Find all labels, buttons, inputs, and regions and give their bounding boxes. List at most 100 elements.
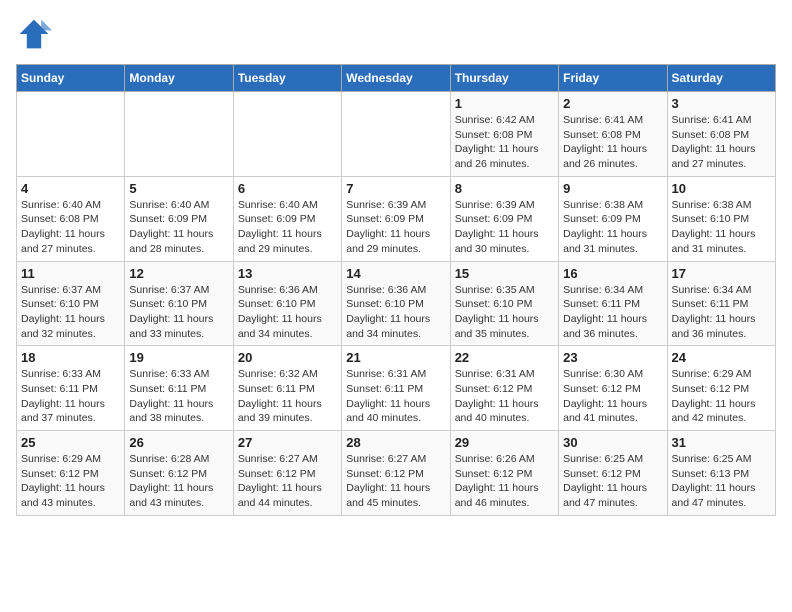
calendar-cell: 11Sunrise: 6:37 AMSunset: 6:10 PMDayligh…: [17, 261, 125, 346]
day-number: 1: [455, 96, 554, 111]
day-number: 12: [129, 266, 228, 281]
calendar-table: SundayMondayTuesdayWednesdayThursdayFrid…: [16, 64, 776, 516]
calendar-week-row: 4 Sunrise: 6:40 AMSunset: 6:08 PMDaylight…: [17, 176, 776, 261]
logo-icon: [16, 16, 52, 52]
calendar-day-header: Wednesday: [342, 65, 450, 92]
day-info: Sunrise: 6:25 AMSunset: 6:13 PMDaylight:…: [672, 452, 771, 511]
day-info: Sunrise: 6:33 AMSunset: 6:11 PMDaylight:…: [129, 367, 228, 426]
calendar-cell: 9 Sunrise: 6:38 AMSunset: 6:09 PMDaylight…: [559, 176, 667, 261]
calendar-cell: 5 Sunrise: 6:40 AMSunset: 6:09 PMDaylight…: [125, 176, 233, 261]
day-number: 15: [455, 266, 554, 281]
day-info: Sunrise: 6:42 AMSunset: 6:08 PMDaylight:…: [455, 113, 554, 172]
calendar-week-row: 11 Sunrise: 6:37 AMSunset: 6:10 PMDayligh…: [17, 261, 776, 346]
calendar-cell: 23 Sunrise: 6:30 AMSunset: 6:12 PMDayligh…: [559, 346, 667, 431]
day-info: Sunrise: 6:32 AMSunset: 6:11 PMDaylight:…: [238, 367, 337, 426]
day-info: Sunrise: 6:36 AMSunset: 6:10 PMDaylight:…: [346, 283, 445, 342]
day-number: 3: [672, 96, 771, 111]
day-number: 14: [346, 266, 445, 281]
calendar-cell: 29Sunrise: 6:26 AMSunset: 6:12 PMDayligh…: [450, 431, 558, 516]
calendar-cell: 1 Sunrise: 6:42 AMSunset: 6:08 PMDaylight…: [450, 92, 558, 177]
calendar-cell: 6Sunrise: 6:40 AMSunset: 6:09 PMDaylight…: [233, 176, 341, 261]
day-info: Sunrise: 6:40 AMSunset: 6:08 PMDaylight:…: [21, 198, 120, 257]
day-info: Sunrise: 6:37 AMSunset: 6:10 PMDaylight:…: [129, 283, 228, 342]
day-info: Sunrise: 6:28 AMSunset: 6:12 PMDaylight:…: [129, 452, 228, 511]
day-number: 23: [563, 350, 662, 365]
day-number: 27: [238, 435, 337, 450]
calendar-week-row: 1 Sunrise: 6:42 AMSunset: 6:08 PMDaylight…: [17, 92, 776, 177]
calendar-cell: 19Sunrise: 6:33 AMSunset: 6:11 PMDayligh…: [125, 346, 233, 431]
day-info: Sunrise: 6:30 AMSunset: 6:12 PMDaylight:…: [563, 367, 662, 426]
calendar-cell: 13 Sunrise: 6:36 AMSunset: 6:10 PMDayligh…: [233, 261, 341, 346]
day-info: Sunrise: 6:29 AMSunset: 6:12 PMDaylight:…: [21, 452, 120, 511]
calendar-header-row: SundayMondayTuesdayWednesdayThursdayFrid…: [17, 65, 776, 92]
calendar-cell: 7 Sunrise: 6:39 AMSunset: 6:09 PMDaylight…: [342, 176, 450, 261]
calendar-cell: 12 Sunrise: 6:37 AMSunset: 6:10 PMDayligh…: [125, 261, 233, 346]
day-info: Sunrise: 6:35 AMSunset: 6:10 PMDaylight:…: [455, 283, 554, 342]
calendar-cell: 17Sunrise: 6:34 AMSunset: 6:11 PMDayligh…: [667, 261, 775, 346]
calendar-cell: 8 Sunrise: 6:39 AMSunset: 6:09 PMDaylight…: [450, 176, 558, 261]
day-number: 11: [21, 266, 120, 281]
day-info: Sunrise: 6:29 AMSunset: 6:12 PMDaylight:…: [672, 367, 771, 426]
day-number: 13: [238, 266, 337, 281]
calendar-cell: 3 Sunrise: 6:41 AMSunset: 6:08 PMDaylight…: [667, 92, 775, 177]
day-number: 2: [563, 96, 662, 111]
calendar-cell: 10 Sunrise: 6:38 AMSunset: 6:10 PMDayligh…: [667, 176, 775, 261]
calendar-cell: 18 Sunrise: 6:33 AMSunset: 6:11 PMDayligh…: [17, 346, 125, 431]
calendar-cell: 15 Sunrise: 6:35 AMSunset: 6:10 PMDayligh…: [450, 261, 558, 346]
day-number: 8: [455, 181, 554, 196]
day-number: 9: [563, 181, 662, 196]
day-number: 18: [21, 350, 120, 365]
calendar-day-header: Friday: [559, 65, 667, 92]
day-info: Sunrise: 6:41 AMSunset: 6:08 PMDaylight:…: [672, 113, 771, 172]
day-info: Sunrise: 6:38 AMSunset: 6:09 PMDaylight:…: [563, 198, 662, 257]
calendar-day-header: Sunday: [17, 65, 125, 92]
calendar-cell: 20 Sunrise: 6:32 AMSunset: 6:11 PMDayligh…: [233, 346, 341, 431]
day-number: 5: [129, 181, 228, 196]
calendar-cell: [342, 92, 450, 177]
day-number: 25: [21, 435, 120, 450]
calendar-cell: 2Sunrise: 6:41 AMSunset: 6:08 PMDaylight…: [559, 92, 667, 177]
day-number: 4: [21, 181, 120, 196]
calendar-week-row: 25 Sunrise: 6:29 AMSunset: 6:12 PMDayligh…: [17, 431, 776, 516]
calendar-cell: 4 Sunrise: 6:40 AMSunset: 6:08 PMDaylight…: [17, 176, 125, 261]
day-number: 30: [563, 435, 662, 450]
calendar-cell: 28Sunrise: 6:27 AMSunset: 6:12 PMDayligh…: [342, 431, 450, 516]
day-number: 22: [455, 350, 554, 365]
day-number: 10: [672, 181, 771, 196]
day-number: 24: [672, 350, 771, 365]
day-info: Sunrise: 6:40 AMSunset: 6:09 PMDaylight:…: [238, 198, 337, 257]
day-number: 31: [672, 435, 771, 450]
calendar-cell: 24 Sunrise: 6:29 AMSunset: 6:12 PMDayligh…: [667, 346, 775, 431]
day-number: 7: [346, 181, 445, 196]
day-info: Sunrise: 6:38 AMSunset: 6:10 PMDaylight:…: [672, 198, 771, 257]
calendar-cell: 14 Sunrise: 6:36 AMSunset: 6:10 PMDayligh…: [342, 261, 450, 346]
calendar-cell: [17, 92, 125, 177]
calendar-cell: [233, 92, 341, 177]
day-info: Sunrise: 6:39 AMSunset: 6:09 PMDaylight:…: [346, 198, 445, 257]
day-info: Sunrise: 6:36 AMSunset: 6:10 PMDaylight:…: [238, 283, 337, 342]
calendar-week-row: 18 Sunrise: 6:33 AMSunset: 6:11 PMDayligh…: [17, 346, 776, 431]
calendar-cell: 31 Sunrise: 6:25 AMSunset: 6:13 PMDayligh…: [667, 431, 775, 516]
day-info: Sunrise: 6:27 AMSunset: 6:12 PMDaylight:…: [346, 452, 445, 511]
day-number: 21: [346, 350, 445, 365]
day-info: Sunrise: 6:40 AMSunset: 6:09 PMDaylight:…: [129, 198, 228, 257]
calendar-cell: 21 Sunrise: 6:31 AMSunset: 6:11 PMDayligh…: [342, 346, 450, 431]
day-info: Sunrise: 6:33 AMSunset: 6:11 PMDaylight:…: [21, 367, 120, 426]
day-number: 20: [238, 350, 337, 365]
page-header: [16, 16, 776, 52]
calendar-cell: 25 Sunrise: 6:29 AMSunset: 6:12 PMDayligh…: [17, 431, 125, 516]
logo: [16, 16, 58, 52]
calendar-day-header: Tuesday: [233, 65, 341, 92]
calendar-day-header: Saturday: [667, 65, 775, 92]
calendar-cell: 22 Sunrise: 6:31 AMSunset: 6:12 PMDayligh…: [450, 346, 558, 431]
day-info: Sunrise: 6:31 AMSunset: 6:11 PMDaylight:…: [346, 367, 445, 426]
day-number: 16: [563, 266, 662, 281]
calendar-cell: 16 Sunrise: 6:34 AMSunset: 6:11 PMDayligh…: [559, 261, 667, 346]
day-info: Sunrise: 6:31 AMSunset: 6:12 PMDaylight:…: [455, 367, 554, 426]
day-info: Sunrise: 6:25 AMSunset: 6:12 PMDaylight:…: [563, 452, 662, 511]
calendar-cell: [125, 92, 233, 177]
calendar-day-header: Monday: [125, 65, 233, 92]
day-info: Sunrise: 6:34 AMSunset: 6:11 PMDaylight:…: [563, 283, 662, 342]
day-info: Sunrise: 6:27 AMSunset: 6:12 PMDaylight:…: [238, 452, 337, 511]
day-info: Sunrise: 6:39 AMSunset: 6:09 PMDaylight:…: [455, 198, 554, 257]
